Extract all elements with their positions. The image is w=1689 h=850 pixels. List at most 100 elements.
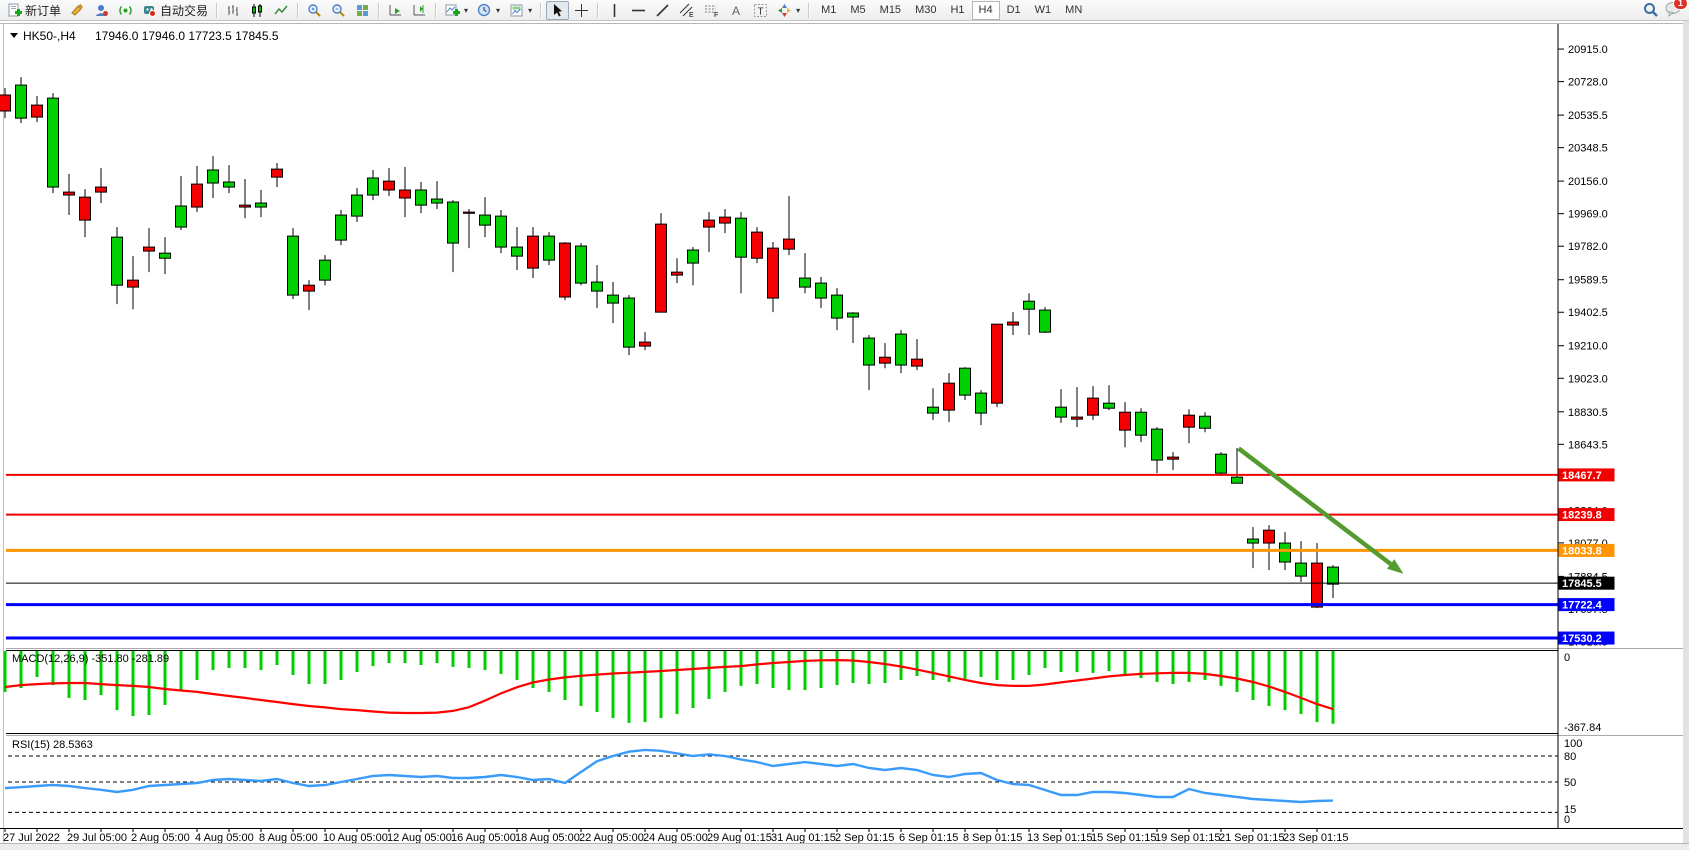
line-chart-icon <box>274 3 289 18</box>
bear-candle <box>384 181 395 190</box>
bear-candle <box>128 280 139 287</box>
bear-candle <box>752 232 763 258</box>
arrows-tool-button[interactable]: ▾ <box>773 1 804 20</box>
bar-chart-button[interactable] <box>222 1 245 20</box>
toolbar-separator <box>297 3 299 18</box>
chart-symbol-period: HK50-,H4 <box>23 29 76 43</box>
time-axis-label: 29 Jul 05:00 <box>67 832 127 844</box>
search-icon[interactable] <box>1643 2 1659 18</box>
price-tick-label: 19969.0 <box>1568 209 1608 221</box>
bull-candle <box>976 393 987 413</box>
macd-axis-min: -367.84 <box>1564 722 1601 734</box>
level-price-label: 18467.7 <box>1559 468 1615 482</box>
bear-candle <box>400 190 411 198</box>
market-watch-button[interactable] <box>90 1 113 20</box>
vertical-line-tool-button[interactable] <box>603 1 626 20</box>
crosshair-tool-button[interactable] <box>570 1 593 20</box>
auto-trading-button[interactable]: 自动交易 <box>138 1 212 20</box>
cursor-tool-button[interactable] <box>546 1 569 20</box>
rsi-label: RSI(15) 28.5363 <box>12 739 93 751</box>
bull-candle <box>1136 412 1147 435</box>
timeframe-button-M1[interactable]: M1 <box>814 1 843 20</box>
chart-title: HK50-,H417946.0 17946.0 17723.5 17845.5 <box>10 29 279 43</box>
chart-shift-button[interactable] <box>408 1 431 20</box>
channel-tool-button[interactable]: E <box>675 1 699 20</box>
crosshair-icon <box>574 3 589 18</box>
timeframe-button-M5[interactable]: M5 <box>843 1 872 20</box>
trendline-icon <box>655 3 670 18</box>
time-axis-label: 18 Aug 05:00 <box>515 832 580 844</box>
timeframe-button-M30[interactable]: M30 <box>908 1 943 20</box>
timeframe-button-M15[interactable]: M15 <box>873 1 908 20</box>
bear-candle <box>656 224 667 312</box>
toolbar-separator <box>540 3 542 18</box>
bull-candle <box>1152 429 1163 460</box>
price-tick-label: 18643.5 <box>1568 439 1608 451</box>
bull-candle <box>544 236 555 260</box>
bull-candle <box>1216 454 1227 473</box>
styler-button[interactable] <box>66 1 89 20</box>
bull-candle <box>432 199 443 203</box>
price-tick-label: 19402.5 <box>1568 307 1608 319</box>
text-label-tool-button[interactable]: T <box>749 1 772 20</box>
timeframe-button-D1[interactable]: D1 <box>1000 1 1028 20</box>
navigator-button[interactable] <box>114 1 137 20</box>
macd-label: MACD(12,26,9) -351.80 -281.89 <box>12 653 169 665</box>
fibonacci-tool-button[interactable]: F <box>700 1 724 20</box>
time-axis-label: 8 Aug 05:00 <box>259 832 318 844</box>
notifications-button[interactable]: 1 <box>1665 1 1682 20</box>
bull-candle <box>896 334 907 365</box>
new-order-button[interactable]: 新订单 <box>3 1 65 20</box>
bear-candle <box>528 236 539 268</box>
periods-button[interactable]: ▾ <box>473 1 504 20</box>
candle-chart-button[interactable] <box>246 1 269 20</box>
templates-button[interactable]: ▾ <box>505 1 536 20</box>
timeframe-button-MN[interactable]: MN <box>1058 1 1089 20</box>
zoom-out-button[interactable] <box>327 1 350 20</box>
tile-windows-button[interactable] <box>351 1 374 20</box>
chart-shift-icon <box>412 3 427 18</box>
trendline-tool-button[interactable] <box>651 1 674 20</box>
zoom-in-button[interactable] <box>303 1 326 20</box>
text-icon: A <box>729 3 744 18</box>
bear-candle <box>1120 412 1131 430</box>
timeframe-button-W1[interactable]: W1 <box>1028 1 1059 20</box>
bull-candle <box>1328 567 1339 584</box>
time-axis-label: 16 Aug 05:00 <box>451 832 516 844</box>
bear-candle <box>80 197 91 220</box>
bull-candle <box>320 260 331 280</box>
toolbar-separator <box>435 3 437 18</box>
bear-candle <box>672 272 683 275</box>
bear-candle <box>1184 415 1195 427</box>
rsi-axis-label: 50 <box>1564 777 1576 789</box>
bull-candle <box>1248 539 1259 543</box>
bear-candle <box>192 184 203 207</box>
chart-canvas[interactable]: HK50-,H417946.0 17946.0 17723.5 17845.5 2… <box>0 21 1689 850</box>
line-chart-button[interactable] <box>270 1 293 20</box>
timeframe-button-H1[interactable]: H1 <box>943 1 971 20</box>
bear-candle <box>1312 563 1323 607</box>
timeframe-button-H4[interactable]: H4 <box>972 1 1000 20</box>
bull-candle <box>1040 310 1051 332</box>
bull-candle <box>496 216 507 247</box>
vertical-line-icon <box>607 3 622 18</box>
bear-candle <box>272 169 283 177</box>
cursor-icon <box>550 3 565 18</box>
indicators-button[interactable]: ▾ <box>441 1 472 20</box>
bull-candle <box>256 203 267 207</box>
bull-candle <box>352 195 363 216</box>
auto-scroll-button[interactable] <box>384 1 407 20</box>
bull-candle <box>1104 403 1115 408</box>
rsi-axis-label: 0 <box>1564 814 1570 826</box>
svg-text:17530.2: 17530.2 <box>1562 633 1602 645</box>
level-price-label: 17530.2 <box>1559 632 1615 646</box>
time-axis-label: 2 Sep 01:15 <box>835 832 894 844</box>
text-tool-button[interactable]: A <box>725 1 748 20</box>
horizontal-line-tool-button[interactable] <box>627 1 650 20</box>
bull-candle <box>816 283 827 298</box>
chevron-down-icon: ▾ <box>464 6 468 15</box>
bull-candle <box>176 206 187 227</box>
bull-candle <box>416 190 427 205</box>
time-axis-label: 29 Aug 01:15 <box>707 832 772 844</box>
toolbar-separator <box>216 3 218 18</box>
